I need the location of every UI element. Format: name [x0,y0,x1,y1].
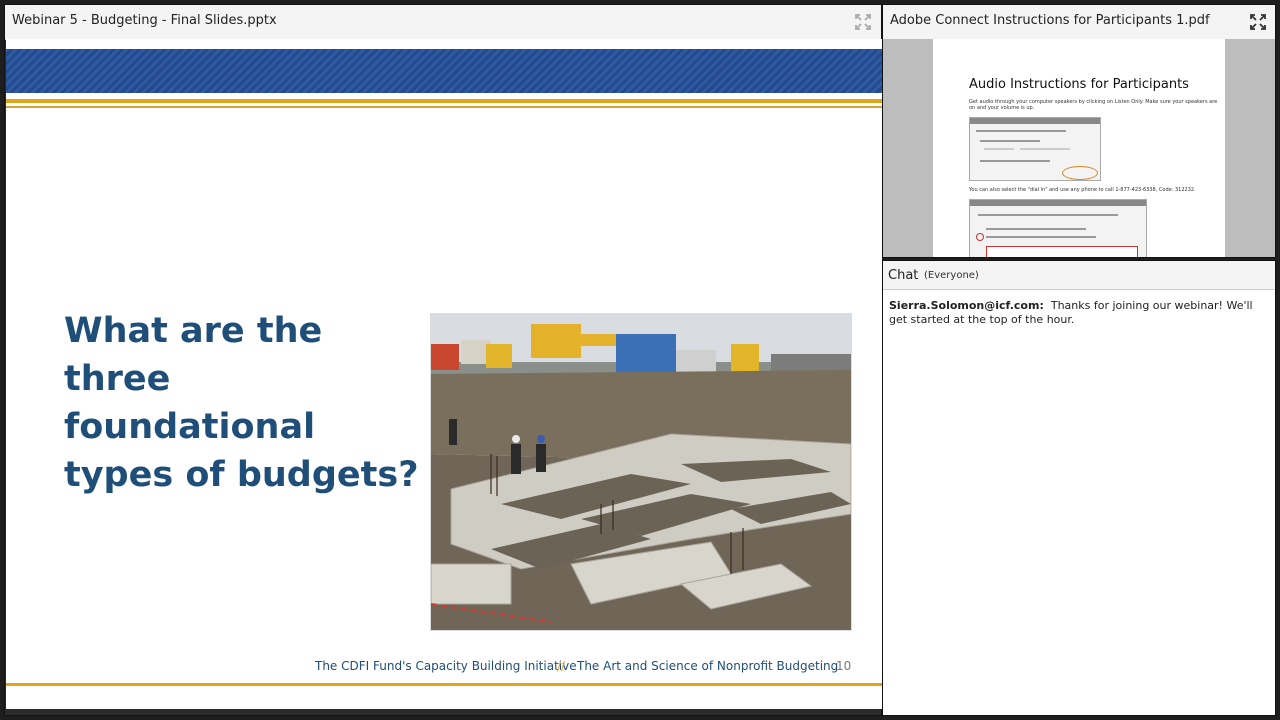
pdf-pod-title: Adobe Connect Instructions for Participa… [890,13,1210,28]
pdf-page: Audio Instructions for Participants Get … [933,39,1225,257]
slide-divider [6,683,882,686]
audio-dialog-screenshot [969,117,1101,181]
chat-message-sender: Sierra.Solomon@icf.com: [889,299,1044,312]
fullscreen-icon[interactable] [854,13,872,31]
slides-pod: Webinar 5 - Budgeting - Final Slides.ppt… [4,4,882,716]
presentation-slide: What are the three foundational types of… [6,39,882,709]
chat-messages: Sierra.Solomon@icf.com: Thanks for joini… [889,299,1271,327]
slide-footer: The CDFI Fund's Capacity Building Initia… [6,657,882,677]
slide-banner [6,49,882,93]
dial-in-dialog-screenshot [969,199,1147,257]
chat-message: Sierra.Solomon@icf.com: Thanks for joini… [889,299,1271,327]
slide-title: What are the three foundational types of… [64,311,419,495]
chat-title: Chat [888,268,919,283]
slides-pod-title: Webinar 5 - Budgeting - Final Slides.ppt… [12,13,277,28]
pdf-viewer[interactable]: Audio Instructions for Participants Get … [883,39,1275,257]
chat-pod: Chat (Everyone) Sierra.Solomon@icf.com: … [882,260,1276,716]
footer-right-text: The Art and Science of Nonprofit Budgeti… [577,659,839,673]
footer-separator: // [557,659,566,673]
pdf-heading: Audio Instructions for Participants [969,77,1189,92]
chat-scope-label[interactable]: (Everyone) [924,270,979,281]
pdf-paragraph: You can also select the "dial in" and us… [969,187,1196,193]
slide-divider [6,99,882,103]
slide-divider [6,106,882,108]
chat-pod-header: Chat (Everyone) [883,261,1275,290]
footer-left-text: The CDFI Fund's Capacity Building Initia… [315,659,577,673]
pdf-pod-header: Adobe Connect Instructions for Participa… [883,5,1275,40]
fullscreen-icon[interactable] [1249,13,1267,31]
pdf-pod: Adobe Connect Instructions for Participa… [882,4,1276,258]
slide-page-number: 10 [836,659,852,673]
slides-pod-header: Webinar 5 - Budgeting - Final Slides.ppt… [5,5,881,40]
pdf-paragraph: Get audio through your computer speakers… [969,99,1218,111]
construction-foundation-photo [430,313,852,631]
